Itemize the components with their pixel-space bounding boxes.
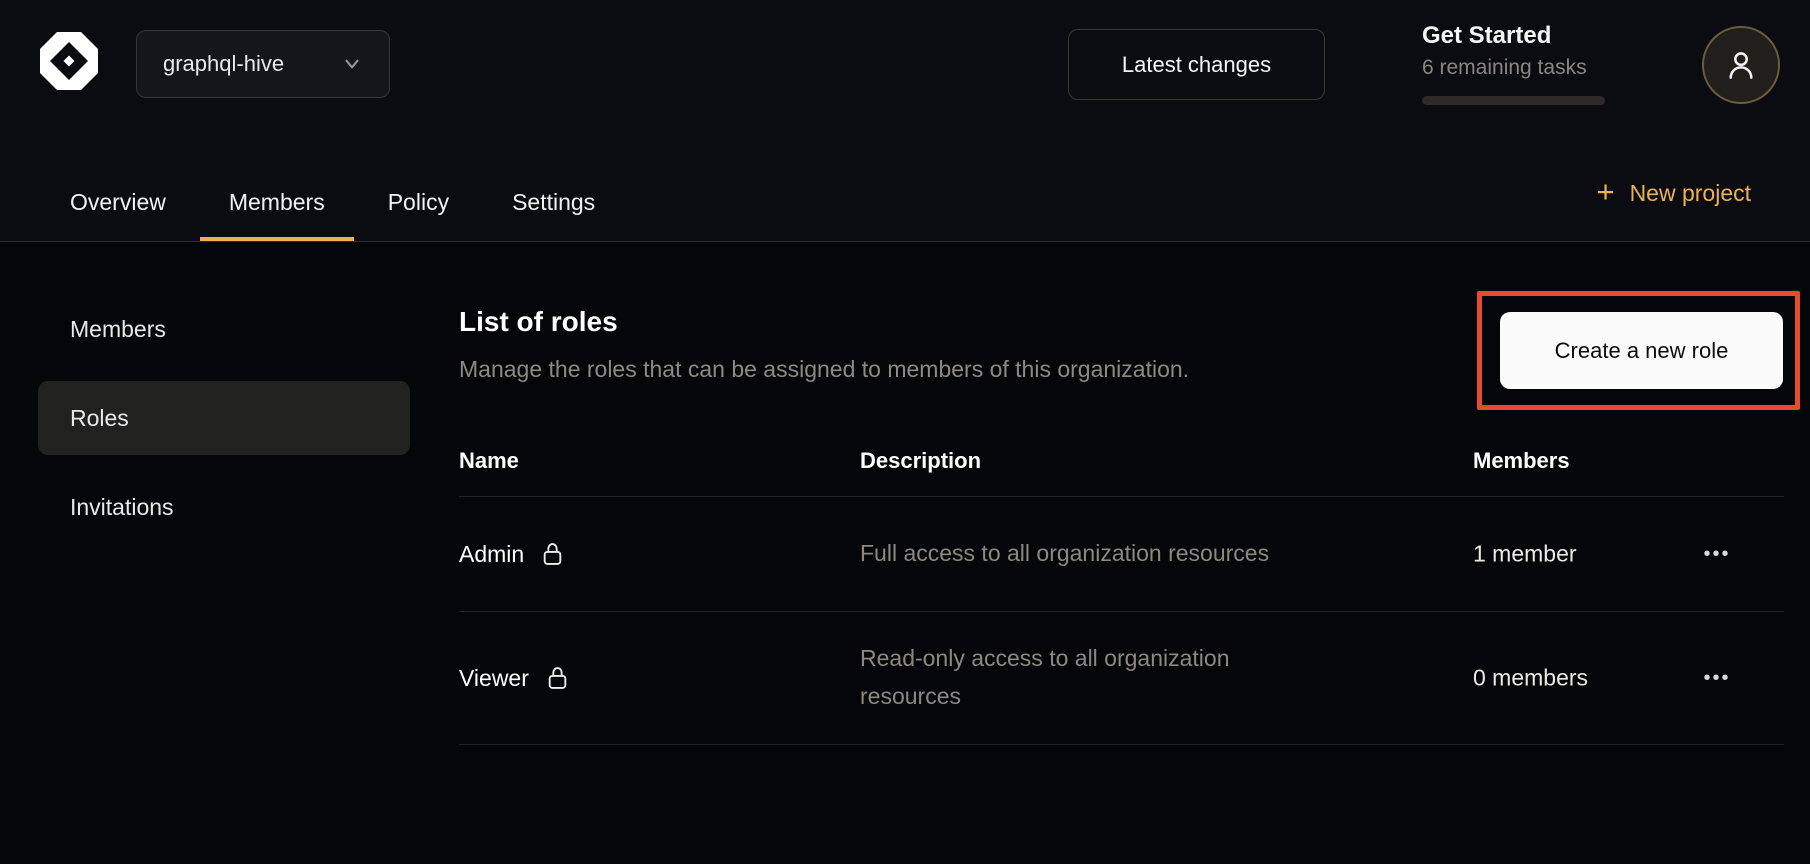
tab-settings[interactable]: Settings <box>483 164 624 241</box>
table-header-row: Name Description Members <box>459 442 1784 497</box>
table-row: Admin Full access to all organization re… <box>459 497 1784 612</box>
ellipsis-icon: ••• <box>1703 667 1730 689</box>
tab-members[interactable]: Members <box>200 164 354 241</box>
role-name-cell: Admin <box>459 540 565 568</box>
row-menu-button[interactable]: ••• <box>1685 656 1749 700</box>
page-subtitle: Manage the roles that can be assigned to… <box>459 356 1189 383</box>
tab-label: Settings <box>512 189 595 216</box>
role-member-count: 1 member <box>1473 541 1577 568</box>
create-role-button[interactable]: Create a new role <box>1500 312 1783 389</box>
active-tab-indicator <box>200 237 354 241</box>
row-menu-button[interactable]: ••• <box>1685 532 1749 576</box>
org-selector[interactable]: graphql-hive <box>136 30 390 98</box>
hive-logo[interactable] <box>36 24 102 98</box>
chevron-down-icon <box>341 53 363 75</box>
org-selector-label: graphql-hive <box>163 51 284 77</box>
column-header-members: Members <box>1473 448 1570 474</box>
hive-logo-icon <box>37 26 101 96</box>
lock-icon <box>545 664 570 692</box>
role-description: Full access to all organization resource… <box>860 535 1269 573</box>
ellipsis-icon: ••• <box>1703 543 1730 565</box>
role-name: Viewer <box>459 665 529 692</box>
get-started-title: Get Started <box>1422 22 1612 50</box>
get-started-subtitle: 6 remaining tasks <box>1422 56 1612 80</box>
latest-changes-button[interactable]: Latest changes <box>1068 29 1325 100</box>
sidebar-item-roles[interactable]: Roles <box>38 381 410 455</box>
sidebar-item-invitations[interactable]: Invitations <box>38 470 410 544</box>
progress-bar <box>1422 96 1605 105</box>
sidebar-item-members[interactable]: Members <box>38 292 410 366</box>
app-window: graphql-hive Latest changes Get Started … <box>0 0 1810 864</box>
plus-icon: + <box>1596 176 1614 207</box>
sidebar: Members Roles Invitations <box>38 292 410 559</box>
tab-label: Policy <box>388 189 449 216</box>
roles-panel: List of roles Manage the roles that can … <box>459 242 1784 864</box>
new-project-button[interactable]: + New project <box>1596 168 1751 218</box>
tab-bar: Overview Members Policy Settings <box>41 164 624 241</box>
sidebar-item-label: Roles <box>70 405 129 432</box>
role-member-count: 0 members <box>1473 665 1588 692</box>
user-icon <box>1722 46 1760 84</box>
table-row: Viewer Read-only access to all organizat… <box>459 612 1784 745</box>
role-name-cell: Viewer <box>459 664 570 692</box>
sidebar-item-label: Invitations <box>70 494 174 521</box>
get-started-widget[interactable]: Get Started 6 remaining tasks <box>1422 22 1612 105</box>
role-name: Admin <box>459 541 524 568</box>
tab-label: Members <box>229 189 325 216</box>
tab-policy[interactable]: Policy <box>359 164 478 241</box>
column-header-description: Description <box>860 448 981 474</box>
top-bar: graphql-hive Latest changes Get Started … <box>0 0 1810 242</box>
tab-label: Overview <box>70 189 166 216</box>
role-description: Read-only access to all organization res… <box>860 640 1330 716</box>
avatar[interactable] <box>1702 26 1780 104</box>
lock-icon <box>540 540 565 568</box>
column-header-name: Name <box>459 448 519 474</box>
sidebar-item-label: Members <box>70 316 166 343</box>
roles-table: Name Description Members Admin Full acce… <box>459 442 1784 745</box>
page-title: List of roles <box>459 306 618 338</box>
tab-overview[interactable]: Overview <box>41 164 195 241</box>
new-project-label: New project <box>1630 180 1751 207</box>
